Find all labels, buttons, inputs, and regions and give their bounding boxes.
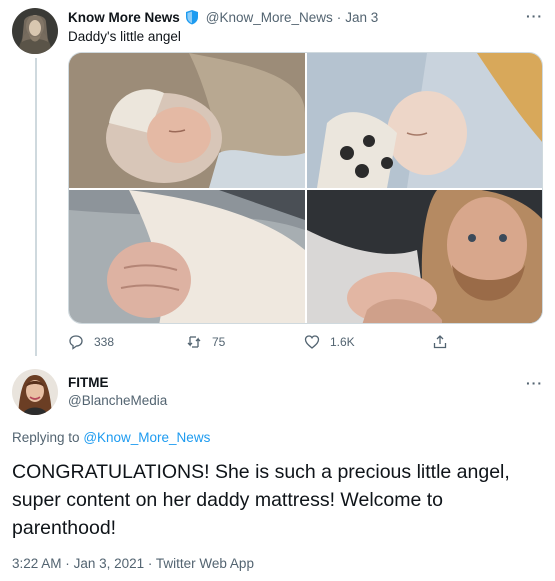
verified-badge-icon bbox=[184, 9, 200, 25]
more-options-icon[interactable]: ··· bbox=[526, 8, 543, 24]
like-button[interactable]: 1.6K bbox=[304, 334, 422, 350]
replying-to-handle-link[interactable]: @Know_More_News bbox=[83, 430, 210, 445]
separator-dot: · bbox=[336, 9, 342, 25]
tweet-text: Daddy's little angel bbox=[68, 29, 181, 44]
photo-newborn-sleeping[interactable] bbox=[69, 53, 305, 188]
retweet-button[interactable]: 75 bbox=[186, 334, 304, 350]
tweet-date[interactable]: Jan 3 bbox=[345, 10, 378, 25]
photo-newborn-blanket[interactable] bbox=[307, 53, 542, 188]
retweet-count: 75 bbox=[212, 335, 226, 349]
retweet-icon bbox=[187, 336, 201, 348]
reply-date[interactable]: Jan 3, 2021 bbox=[74, 556, 145, 571]
reply-button[interactable]: 338 bbox=[68, 334, 186, 350]
reply-author-handle[interactable]: @BlancheMedia bbox=[68, 393, 167, 408]
share-icon bbox=[433, 335, 447, 349]
reply-source[interactable]: Twitter Web App bbox=[156, 556, 254, 571]
replying-to-line: Replying to @Know_More_News bbox=[12, 430, 210, 445]
reply-icon bbox=[69, 335, 83, 350]
media-grid bbox=[68, 52, 543, 324]
separator-dot: · bbox=[65, 556, 70, 571]
more-options-icon[interactable]: ··· bbox=[526, 375, 543, 391]
author-handle[interactable]: @Know_More_News bbox=[206, 10, 333, 25]
avatar[interactable] bbox=[12, 8, 58, 54]
separator-dot: · bbox=[147, 556, 153, 571]
tweet-header: Know More News @Know_More_News · Jan 3 ·… bbox=[68, 8, 543, 26]
author-avatar-column bbox=[12, 8, 60, 54]
avatar[interactable] bbox=[12, 369, 58, 415]
share-button[interactable] bbox=[432, 334, 458, 350]
author-display-name[interactable]: Know More News bbox=[68, 10, 180, 25]
reply-time[interactable]: 3:22 AM bbox=[12, 556, 62, 571]
heart-icon bbox=[304, 335, 320, 349]
photo-dad-with-baby[interactable] bbox=[307, 190, 542, 323]
reply-text: CONGRATULATIONS! She is such a precious … bbox=[12, 461, 510, 539]
thread-connector-line bbox=[35, 58, 37, 356]
replying-to-prefix: Replying to bbox=[12, 430, 80, 445]
tweet-actions-bar: 338 75 1.6K bbox=[68, 333, 538, 351]
reply-author-display-name[interactable]: FITME bbox=[68, 375, 109, 390]
reply-count: 338 bbox=[94, 335, 115, 349]
photo-baby-hand[interactable] bbox=[69, 190, 305, 323]
tweet-thread: Know More News @Know_More_News · Jan 3 ·… bbox=[0, 0, 555, 581]
like-count: 1.6K bbox=[330, 335, 355, 349]
reply-metadata: 3:22 AM · Jan 3, 2021 · Twitter Web App bbox=[12, 556, 254, 571]
